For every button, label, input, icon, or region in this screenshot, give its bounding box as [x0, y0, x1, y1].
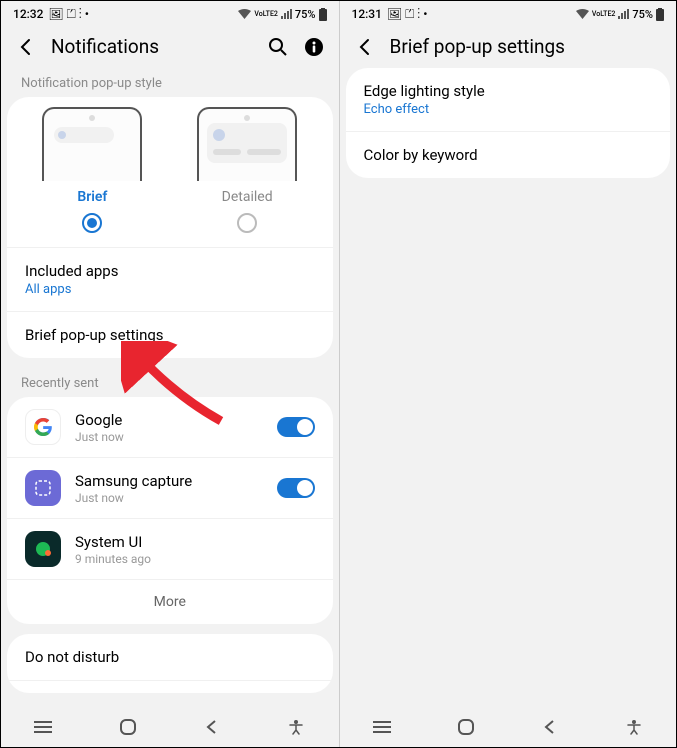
search-icon[interactable] [267, 36, 289, 58]
app-row-system-ui[interactable]: System UI 9 minutes ago [7, 518, 333, 579]
status-notif-icons: 🖼︎ ⏍ ⁝ • [45, 7, 89, 22]
phone-left: 12:32 🖼︎ ⏍ ⁝ • VoLTE2 75% Notifications [1, 1, 339, 747]
status-time: 12:31 [352, 7, 382, 21]
brief-popup-settings-title: Brief pop-up settings [25, 326, 315, 344]
brief-label: Brief [77, 189, 107, 205]
app-time: 9 minutes ago [75, 552, 315, 566]
wifi-icon [238, 9, 251, 19]
popup-style-card: Brief Detailed Included apps All apps Br… [7, 97, 333, 358]
toggle-samsung-capture[interactable] [277, 478, 315, 498]
edge-lighting-title: Edge lighting style [364, 82, 653, 100]
brief-radio[interactable] [82, 213, 102, 233]
detailed-radio[interactable] [237, 213, 257, 233]
detailed-label: Detailed [222, 189, 273, 205]
nav-back-icon[interactable] [530, 715, 570, 739]
nav-recents-icon[interactable] [362, 715, 402, 739]
status-notif-icons: 🖼︎ ⏍ ⁝ • [384, 7, 428, 22]
detailed-preview [197, 107, 297, 181]
status-bar: 12:31 🖼︎ ⏍ ⁝ • VoLTE2 75% [340, 1, 677, 27]
nav-accessibility-icon[interactable] [614, 715, 654, 739]
popup-option-detailed[interactable]: Detailed [170, 107, 325, 233]
status-battery: 75% [295, 8, 316, 21]
page-title: Notifications [51, 35, 253, 58]
color-by-keyword-row[interactable]: Color by keyword [346, 131, 671, 178]
content-area: Edge lighting style Echo effect Color by… [340, 68, 677, 707]
wifi-icon [576, 9, 589, 19]
nav-accessibility-icon[interactable] [276, 715, 316, 739]
phone-right: 12:31 🖼︎ ⏍ ⁝ • VoLTE2 75% Brief pop-up s… [339, 1, 677, 747]
recent-apps-card: Google Just now Samsung capture Just now [7, 397, 333, 624]
battery-icon [319, 8, 327, 21]
status-net: VoLTE2 [592, 11, 615, 18]
toggle-google[interactable] [277, 417, 315, 437]
status-time: 12:32 [13, 7, 43, 21]
battery-icon [656, 8, 664, 21]
color-by-keyword-title: Color by keyword [364, 146, 653, 164]
info-icon[interactable] [303, 36, 325, 58]
app-time: Just now [75, 430, 263, 444]
google-icon [25, 409, 61, 445]
back-icon[interactable] [15, 36, 37, 58]
settings-card: Edge lighting style Echo effect Color by… [346, 68, 671, 178]
signal-icon [618, 9, 629, 19]
app-name: Google [75, 411, 263, 429]
cutoff-row [7, 680, 333, 693]
page-title: Brief pop-up settings [390, 35, 663, 58]
brief-popup-settings-row[interactable]: Brief pop-up settings [7, 311, 333, 358]
app-time: Just now [75, 491, 263, 505]
edge-lighting-sub: Echo effect [364, 102, 653, 117]
system-ui-icon [25, 531, 61, 567]
nav-home-icon[interactable] [108, 715, 148, 739]
app-name: System UI [75, 533, 315, 551]
navbar [1, 707, 339, 747]
nav-home-icon[interactable] [446, 715, 486, 739]
nav-back-icon[interactable] [192, 715, 232, 739]
included-apps-title: Included apps [25, 262, 315, 280]
app-row-google[interactable]: Google Just now [7, 397, 333, 457]
app-row-samsung-capture[interactable]: Samsung capture Just now [7, 457, 333, 518]
back-icon[interactable] [354, 36, 376, 58]
more-button[interactable]: More [7, 579, 333, 624]
included-apps-row[interactable]: Included apps All apps [7, 247, 333, 311]
samsung-capture-icon [25, 470, 61, 506]
edge-lighting-row[interactable]: Edge lighting style Echo effect [346, 68, 671, 131]
popup-option-brief[interactable]: Brief [15, 107, 170, 233]
status-net: VoLTE2 [254, 11, 277, 18]
header: Notifications [1, 27, 339, 68]
dnd-card: Do not disturb [7, 634, 333, 693]
signal-icon [281, 9, 292, 19]
brief-preview [42, 107, 142, 181]
section-popup-style: Notification pop-up style [7, 68, 333, 97]
navbar [340, 707, 677, 747]
status-battery: 75% [632, 8, 653, 21]
header: Brief pop-up settings [340, 27, 677, 68]
do-not-disturb-row[interactable]: Do not disturb [7, 634, 333, 680]
content-area: Notification pop-up style Brief Detailed [1, 68, 339, 707]
nav-recents-icon[interactable] [23, 715, 63, 739]
section-recently-sent: Recently sent [7, 368, 333, 397]
app-name: Samsung capture [75, 472, 263, 490]
status-bar: 12:32 🖼︎ ⏍ ⁝ • VoLTE2 75% [1, 1, 339, 27]
dnd-title: Do not disturb [25, 648, 315, 666]
included-apps-sub: All apps [25, 282, 315, 297]
